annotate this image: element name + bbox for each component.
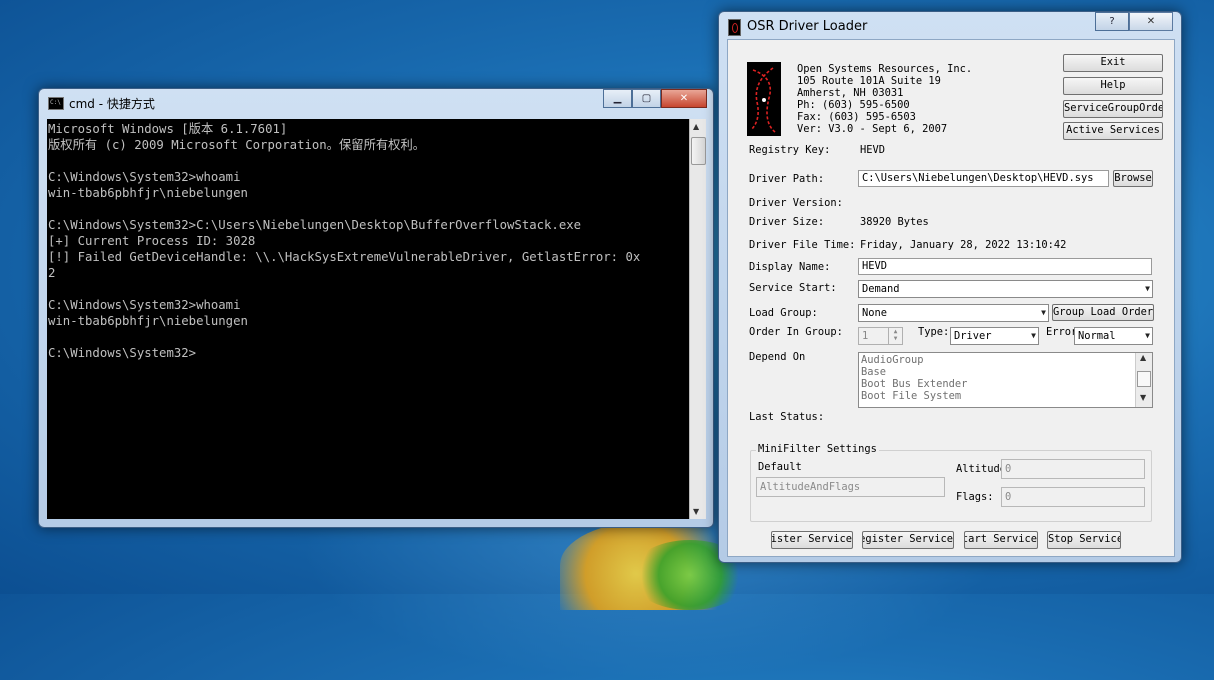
order-in-group-value: 1 [862,330,869,342]
type-value: Driver [954,330,992,342]
error-select[interactable]: Normal ▼ [1074,327,1153,345]
help-caption-button[interactable]: ? [1095,12,1129,31]
scroll-thumb[interactable] [1137,371,1151,387]
help-button[interactable]: Help [1063,77,1163,95]
osr-logo [747,62,781,136]
cmd-caption-buttons: ▁ ▢ ✕ [603,89,707,108]
driver-file-time-value: Friday, January 28, 2022 13:10:42 [860,239,1067,251]
driver-version-label: Driver Version: [749,197,843,209]
depend-on-scrollbar[interactable]: ▲ ▼ [1135,353,1152,407]
chevron-down-icon: ▼ [1031,331,1036,340]
console-output[interactable]: Microsoft Windows [版本 6.1.7601] 版权所有 (c)… [47,119,689,519]
company-address1: 105 Route 101A Suite 19 [797,75,941,87]
osr-titlebar[interactable]: OSR Driver Loader ? ✕ [719,12,1181,38]
scroll-down-icon[interactable]: ▼ [693,507,699,516]
minimize-button[interactable]: ▁ [603,89,632,108]
company-phone: Ph: (603) 595-6500 [797,99,910,111]
group-load-order-button[interactable]: Group Load Order [1052,304,1154,321]
driver-file-time-label: Driver File Time: [749,239,856,251]
load-group-value: None [862,307,888,319]
altitude-label: Altitude [956,463,1007,475]
last-status-label: Last Status: [749,411,825,423]
cmd-window[interactable]: C:\ cmd - 快捷方式 ▁ ▢ ✕ Microsoft Windows [… [38,88,714,528]
console-text: Microsoft Windows [版本 6.1.7601] 版权所有 (c)… [48,122,641,360]
unregister-service-label: Unregister Service [863,533,953,545]
driver-size-label: Driver Size: [749,216,825,228]
close-button[interactable]: ✕ [1129,12,1173,31]
start-service-button[interactable]: Start Service [964,531,1038,549]
cmd-title: cmd - 快捷方式 [69,97,155,111]
scroll-down-icon[interactable]: ▼ [1140,393,1146,402]
active-services-button[interactable]: Active Services [1063,122,1163,140]
browse-button[interactable]: Browse [1113,170,1153,187]
service-group-order-button[interactable]: ServiceGroupOrder [1063,100,1163,118]
type-select[interactable]: Driver ▼ [950,327,1039,345]
display-name-input[interactable]: HEVD [858,258,1152,275]
stop-service-button[interactable]: Stop Service [1047,531,1121,549]
console-scrollbar[interactable]: ▲ ▼ [689,119,706,519]
order-in-group-spinner[interactable]: 1 ▲ ▼ [858,327,903,345]
error-value: Normal [1078,330,1116,342]
altitude-input[interactable]: 0 [1001,459,1145,479]
chevron-down-icon: ▼ [1041,308,1046,317]
order-in-group-label: Order In Group: [749,326,843,338]
cmd-titlebar[interactable]: C:\ cmd - 快捷方式 ▁ ▢ ✕ [39,89,713,115]
driver-path-label: Driver Path: [749,173,825,185]
error-label: Error [1046,326,1074,338]
unregister-service-button[interactable]: Unregister Service [862,531,954,549]
display-name-label: Display Name: [749,261,831,273]
start-service-label: Start Service [965,533,1037,545]
company-address2: Amherst, NH 03031 [797,87,904,99]
register-service-label: Register Service [771,533,852,545]
scroll-thumb[interactable] [691,137,706,165]
default-field[interactable]: AltitudeAndFlags [756,477,945,497]
service-start-label: Service Start: [749,282,837,294]
osr-title: OSR Driver Loader [747,19,868,34]
depend-on-label: Depend On [749,351,806,363]
default-label: Default [758,461,802,473]
company-name: Open Systems Resources, Inc. [797,63,973,75]
depend-on-list[interactable]: AudioGroup Base Boot Bus Extender Boot F… [858,352,1153,408]
register-service-button[interactable]: Register Service [771,531,853,549]
osr-caption-buttons: ? ✕ [1095,12,1173,31]
scroll-up-icon[interactable]: ▲ [1140,353,1146,362]
company-fax: Fax: (603) 595-6503 [797,111,916,123]
load-group-select[interactable]: None ▼ [858,304,1049,322]
driver-path-input[interactable]: C:\Users\Niebelungen\Desktop\HEVD.sys [858,170,1109,187]
depend-on-items[interactable]: AudioGroup Base Boot Bus Extender Boot F… [859,353,1152,402]
osr-client-area: Open Systems Resources, Inc. 105 Route 1… [727,39,1175,557]
chevron-down-icon: ▼ [1145,284,1150,293]
spinner-arrows-icon[interactable]: ▲ ▼ [888,328,902,344]
minifilter-settings-title: MiniFilter Settings [756,443,879,455]
maximize-button[interactable]: ▢ [632,89,661,108]
osr-app-icon [728,19,741,36]
load-group-label: Load Group: [749,307,818,319]
registry-key-value: HEVD [860,144,886,156]
flags-input[interactable]: 0 [1001,487,1145,507]
type-label: Type: [918,326,950,338]
scroll-up-icon[interactable]: ▲ [693,122,699,131]
service-start-select[interactable]: Demand ▼ [858,280,1153,298]
console-icon: C:\ [48,97,64,110]
driver-size-value: 38920 Bytes [860,216,929,228]
osr-driver-loader-window[interactable]: OSR Driver Loader ? ✕ Open Systems Resou… [718,11,1182,563]
company-version: Ver: V3.0 - Sept 6, 2007 [797,123,948,135]
close-button[interactable]: ✕ [661,89,707,108]
chevron-down-icon: ▼ [1145,331,1150,340]
exit-button[interactable]: Exit [1063,54,1163,72]
flags-label: Flags: [956,491,994,503]
registry-key-label: Registry Key: [749,144,831,156]
service-start-value: Demand [862,283,900,295]
